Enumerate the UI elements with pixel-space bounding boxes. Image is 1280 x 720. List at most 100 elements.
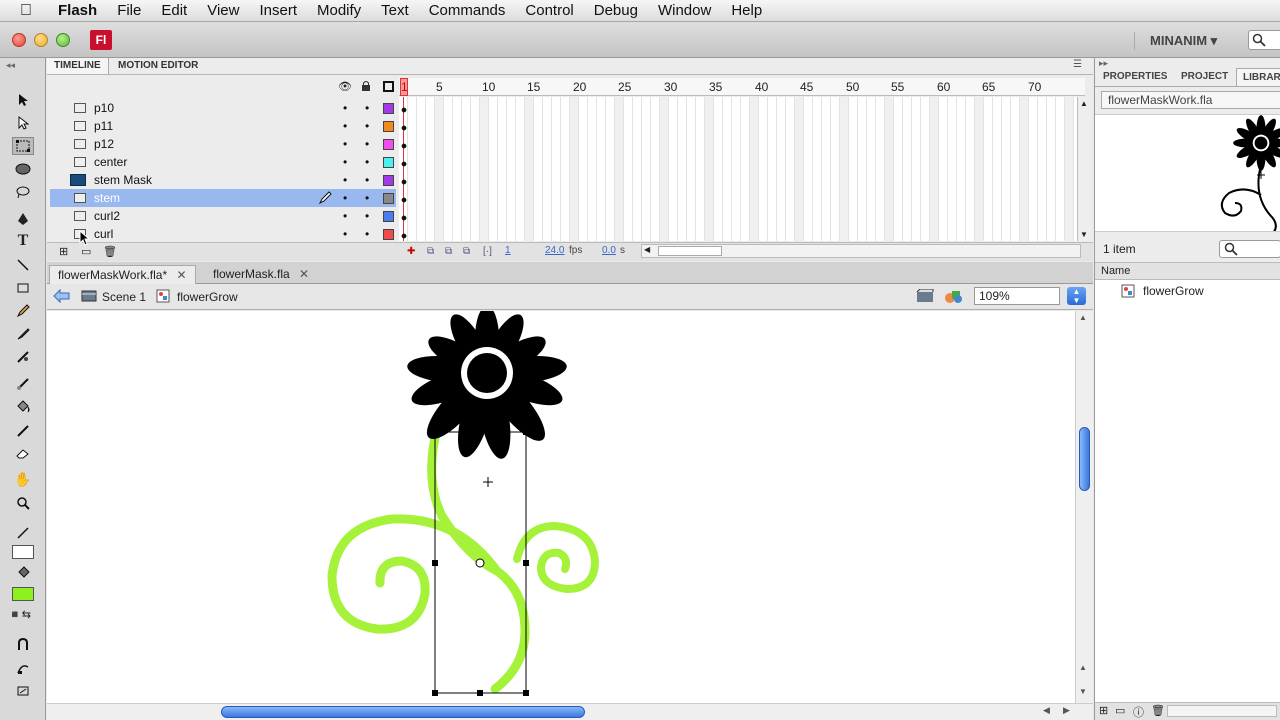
lock-dot[interactable]: • (365, 101, 369, 115)
close-window-button[interactable] (12, 33, 26, 47)
menu-window[interactable]: Window (648, 0, 721, 22)
close-tab-icon[interactable]: ✕ (299, 267, 309, 281)
help-search-input[interactable] (1248, 30, 1280, 50)
menu-control[interactable]: Control (515, 0, 583, 22)
free-transform-tool-icon[interactable] (12, 137, 34, 155)
scroll-down-icon[interactable]: ▼ (1079, 687, 1087, 696)
layer-row[interactable]: curl • • (50, 225, 394, 243)
lock-dot[interactable]: • (365, 119, 369, 133)
outline-all-icon[interactable] (383, 81, 394, 92)
menu-debug[interactable]: Debug (584, 0, 648, 22)
library-hscroll[interactable] (1167, 705, 1277, 717)
onion-skin-icon[interactable]: ⧉ (427, 246, 434, 257)
delete-icon[interactable]: 🗑 (1151, 704, 1165, 717)
eyedropper-tool-icon[interactable] (12, 421, 34, 439)
brush-tool-icon[interactable] (12, 325, 34, 343)
new-layer-icon[interactable]: ⊞ (59, 245, 68, 258)
layer-row[interactable]: center • • (50, 153, 394, 171)
layer-row-selected[interactable]: stem • • (50, 189, 396, 207)
apple-menu-icon[interactable]:  (20, 2, 44, 20)
subselection-tool-icon[interactable] (12, 114, 34, 132)
scroll-up-icon[interactable]: ▲ (1080, 99, 1088, 108)
scroll-thumb[interactable] (658, 246, 722, 256)
breadcrumb-symbol[interactable]: flowerGrow (177, 290, 238, 304)
layer-row[interactable]: curl2 • • (50, 207, 394, 225)
stage-canvas[interactable] (47, 311, 1075, 703)
visible-dot[interactable]: • (343, 209, 347, 223)
show-hide-all-icon[interactable]: 👁 (338, 80, 352, 93)
layer-outline-color[interactable] (383, 103, 394, 114)
lock-all-icon[interactable] (361, 80, 371, 95)
scroll-right-icon[interactable]: ▶ (1063, 705, 1070, 716)
menu-help[interactable]: Help (721, 0, 772, 22)
paint-bucket-tool-icon[interactable] (12, 398, 34, 416)
menu-view[interactable]: View (197, 0, 249, 22)
tab-project[interactable]: PROJECT (1175, 68, 1234, 86)
library-item[interactable]: flowerGrow (1143, 284, 1204, 298)
snap-to-objects-icon[interactable] (12, 636, 34, 654)
visible-dot[interactable]: • (343, 173, 347, 187)
scroll-up-icon[interactable]: ▲ (1079, 313, 1087, 322)
workspace-switcher[interactable]: MINANIM ▾ (1134, 32, 1217, 50)
timeline-hscroll[interactable]: ◀ (641, 244, 1081, 258)
stroke-color-icon[interactable] (12, 524, 34, 542)
menu-edit[interactable]: Edit (151, 0, 197, 22)
modify-onion-markers-icon[interactable]: [·] (483, 246, 492, 257)
layer-outline-color[interactable] (383, 175, 394, 186)
tab-motion-editor[interactable]: MOTION EDITOR (111, 58, 205, 74)
stage-hscroll[interactable]: ◀ ▶ (47, 703, 1093, 720)
layer-outline-color[interactable] (383, 193, 394, 204)
visible-dot[interactable]: • (343, 119, 347, 133)
frame-rate[interactable]: 24.0 (545, 245, 564, 256)
swap-colors-icon[interactable]: ◾⇆ (8, 608, 31, 621)
stage-artwork[interactable] (47, 311, 1075, 703)
bone-tool-icon[interactable] (12, 375, 34, 393)
layer-outline-color[interactable] (383, 229, 394, 240)
lock-dot[interactable]: • (365, 191, 369, 205)
menu-text[interactable]: Text (371, 0, 419, 22)
menu-modify[interactable]: Modify (307, 0, 371, 22)
collapse-icon[interactable]: ◂◂ (6, 60, 15, 71)
line-tool-icon[interactable] (12, 256, 34, 274)
visible-dot[interactable]: • (343, 155, 347, 169)
menu-insert[interactable]: Insert (249, 0, 307, 22)
zoom-tool-icon[interactable] (12, 494, 34, 512)
vscroll-thumb[interactable] (1079, 427, 1090, 491)
close-tab-icon[interactable]: ✕ (176, 268, 186, 282)
delete-layer-icon[interactable]: 🗑 (103, 245, 117, 258)
stroke-color-swatch[interactable] (12, 545, 34, 559)
hand-tool-icon[interactable]: ✋ (12, 470, 34, 488)
visible-dot[interactable]: • (343, 137, 347, 151)
edit-multiple-frames-icon[interactable]: ⧉ (463, 246, 470, 257)
visible-dot[interactable]: • (343, 227, 347, 241)
straighten-icon[interactable] (12, 682, 34, 700)
layer-outline-color[interactable] (383, 121, 394, 132)
zoom-dropdown-button[interactable]: ▲ ▼ (1067, 287, 1086, 305)
lock-dot[interactable]: • (365, 209, 369, 223)
layer-outline-color[interactable] (383, 211, 394, 222)
doc-tab-active[interactable]: flowerMaskWork.fla* ✕ (49, 265, 196, 284)
visible-dot[interactable]: • (343, 191, 347, 205)
layer-outline-color[interactable] (383, 139, 394, 150)
hscroll-thumb[interactable] (221, 706, 585, 718)
timeline-vscroll[interactable]: ▲ ▼ (1077, 97, 1091, 241)
tab-properties[interactable]: PROPERTIES (1097, 68, 1173, 86)
layer-row[interactable]: stem Mask • • (50, 171, 394, 189)
panel-menu-icon[interactable]: ☰ (1073, 59, 1082, 70)
elapsed-time[interactable]: 0.0 (602, 245, 616, 256)
edit-scene-icon[interactable] (916, 288, 934, 306)
smooth-icon[interactable] (12, 659, 34, 677)
eraser-tool-icon[interactable] (12, 444, 34, 462)
pen-tool-icon[interactable] (12, 210, 34, 228)
fill-color-swatch[interactable] (12, 587, 34, 601)
layer-row[interactable]: p11 • • (50, 117, 394, 135)
lasso-tool-icon[interactable] (12, 183, 34, 201)
layer-outline-color[interactable] (383, 157, 394, 168)
lock-dot[interactable]: • (365, 155, 369, 169)
menu-flash[interactable]: Flash (48, 0, 107, 22)
lock-dot[interactable]: • (365, 227, 369, 241)
menu-commands[interactable]: Commands (419, 0, 516, 22)
selection-tool-icon[interactable] (12, 91, 34, 109)
new-symbol-icon[interactable]: ⊞ (1099, 704, 1108, 717)
layer-row[interactable]: p10 • • (50, 99, 394, 117)
